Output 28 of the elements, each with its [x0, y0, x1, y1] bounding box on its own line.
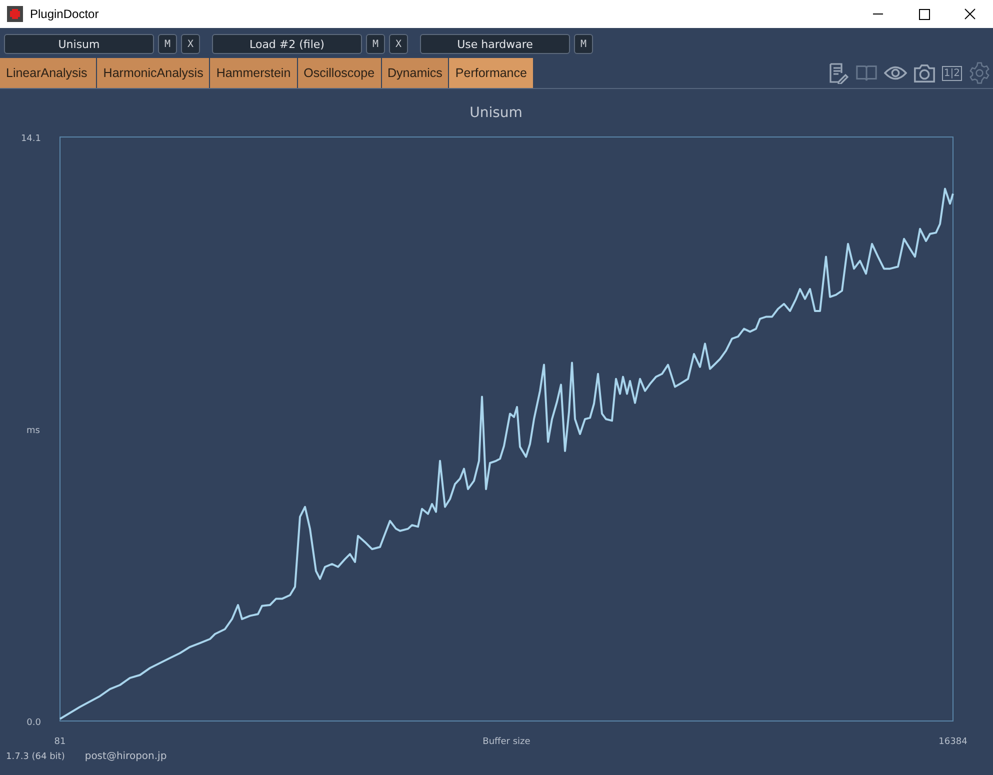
camera-icon[interactable] [912, 62, 936, 84]
y-axis-label: ms [26, 426, 40, 436]
y-tick-label: 0.0 [26, 718, 41, 728]
tab[interactable]: HarmonicAnalysis [97, 58, 210, 88]
chart-title: Unisum [470, 105, 522, 121]
app-logo-icon [7, 6, 23, 22]
y-tick-label: 14.1 [20, 134, 41, 144]
x-axis-label: Buffer size [482, 737, 530, 747]
slot-option-button[interactable]: M [366, 34, 385, 54]
plugin-slot-button[interactable]: Load #2 (file) [212, 34, 362, 54]
tab[interactable]: Dynamics [382, 58, 450, 88]
version-text: 1.7.3 (64 bit) [6, 752, 65, 762]
slot-option-button[interactable]: X [181, 34, 200, 54]
email-link[interactable]: post@hiropon.jp [84, 751, 167, 762]
slot-option-button[interactable]: M [574, 34, 593, 54]
tab[interactable]: Hammerstein [210, 58, 298, 88]
slot-option-button[interactable]: M [158, 34, 177, 54]
x-tick-label: 16384 [938, 737, 968, 747]
slot-option-button[interactable]: X [389, 34, 408, 54]
settings-icon[interactable] [968, 62, 991, 84]
plugin-slot-button[interactable]: Use hardware [420, 34, 570, 54]
tab[interactable]: Performance [449, 58, 534, 88]
plugin-slot-button[interactable]: Unisum [4, 34, 154, 54]
tab[interactable]: LinearAnalysis [0, 58, 98, 88]
x-tick-label: 81 [54, 737, 66, 747]
split-view-button[interactable]: 1|2 [942, 66, 962, 80]
tab[interactable]: Oscilloscope [298, 58, 382, 88]
window-title: PluginDoctor [30, 7, 99, 21]
